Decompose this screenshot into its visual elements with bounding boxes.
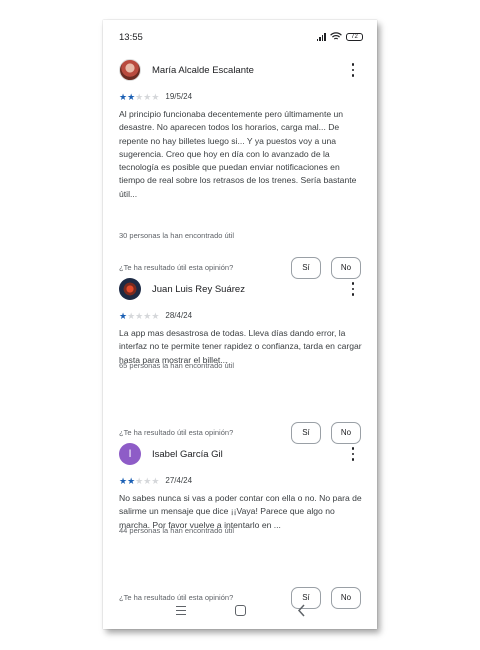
star-rating: ★★★★★ xyxy=(119,471,159,489)
signal-icon xyxy=(316,32,326,41)
status-bar: 13:55 72 xyxy=(103,20,377,54)
helpful-count: 44 personas la han encontrado útil xyxy=(119,526,235,535)
nav-menu-icon[interactable] xyxy=(176,606,186,615)
navigation-bar xyxy=(103,598,377,624)
phone-screen: 13:55 72 María Alcalde Escalante ★★★★★ 1… xyxy=(103,20,377,629)
reviewer-name: Isabel García Gil xyxy=(152,449,223,460)
status-time: 13:55 xyxy=(119,32,143,43)
review-text[interactable]: Al principio funcionaba decentemente per… xyxy=(119,108,364,201)
star-rating: ★★★★★ xyxy=(119,306,159,324)
more-options-icon[interactable] xyxy=(350,447,356,461)
star-icon: ★ xyxy=(127,92,136,102)
star-icon: ★ xyxy=(151,92,160,102)
star-icon: ★ xyxy=(119,92,128,102)
rating-row: ★★★★★ 19/5/24 xyxy=(119,90,192,102)
star-icon: ★ xyxy=(119,311,128,321)
status-icons: 72 xyxy=(316,32,363,41)
review-card: Juan Luis Rey Suárez ★★★★★ 28/4/24 La ap… xyxy=(103,275,377,465)
battery-icon: 72 xyxy=(346,32,363,41)
helpful-count: 65 personas la han encontrado útil xyxy=(119,361,235,370)
helpful-question: ¿Te ha resultado útil esta opinión? xyxy=(119,263,234,272)
nav-home-icon[interactable] xyxy=(235,605,246,616)
star-icon: ★ xyxy=(127,476,136,486)
review-date: 19/5/24 xyxy=(165,91,193,101)
more-options-icon[interactable] xyxy=(350,63,356,77)
more-options-icon[interactable] xyxy=(350,282,356,296)
reviewer-name: María Alcalde Escalante xyxy=(152,65,254,76)
nav-back-icon[interactable] xyxy=(297,604,306,617)
review-card: María Alcalde Escalante ★★★★★ 19/5/24 Al… xyxy=(103,56,377,279)
avatar: I xyxy=(119,443,141,465)
star-icon: ★ xyxy=(151,311,160,321)
star-icon: ★ xyxy=(127,311,136,321)
review-date: 28/4/24 xyxy=(165,310,193,320)
avatar xyxy=(119,59,141,81)
avatar xyxy=(119,278,141,300)
helpful-question: ¿Te ha resultado útil esta opinión? xyxy=(119,428,234,437)
review-date: 27/4/24 xyxy=(165,475,193,485)
star-rating: ★★★★★ xyxy=(119,87,159,105)
star-icon: ★ xyxy=(151,476,160,486)
rating-row: ★★★★★ 28/4/24 xyxy=(119,309,192,321)
reviewer-name: Juan Luis Rey Suárez xyxy=(152,284,245,295)
rating-row: ★★★★★ 27/4/24 xyxy=(119,474,192,486)
wifi-icon xyxy=(330,32,342,40)
star-icon: ★ xyxy=(119,476,128,486)
helpful-count: 30 personas la han encontrado útil xyxy=(119,231,235,240)
